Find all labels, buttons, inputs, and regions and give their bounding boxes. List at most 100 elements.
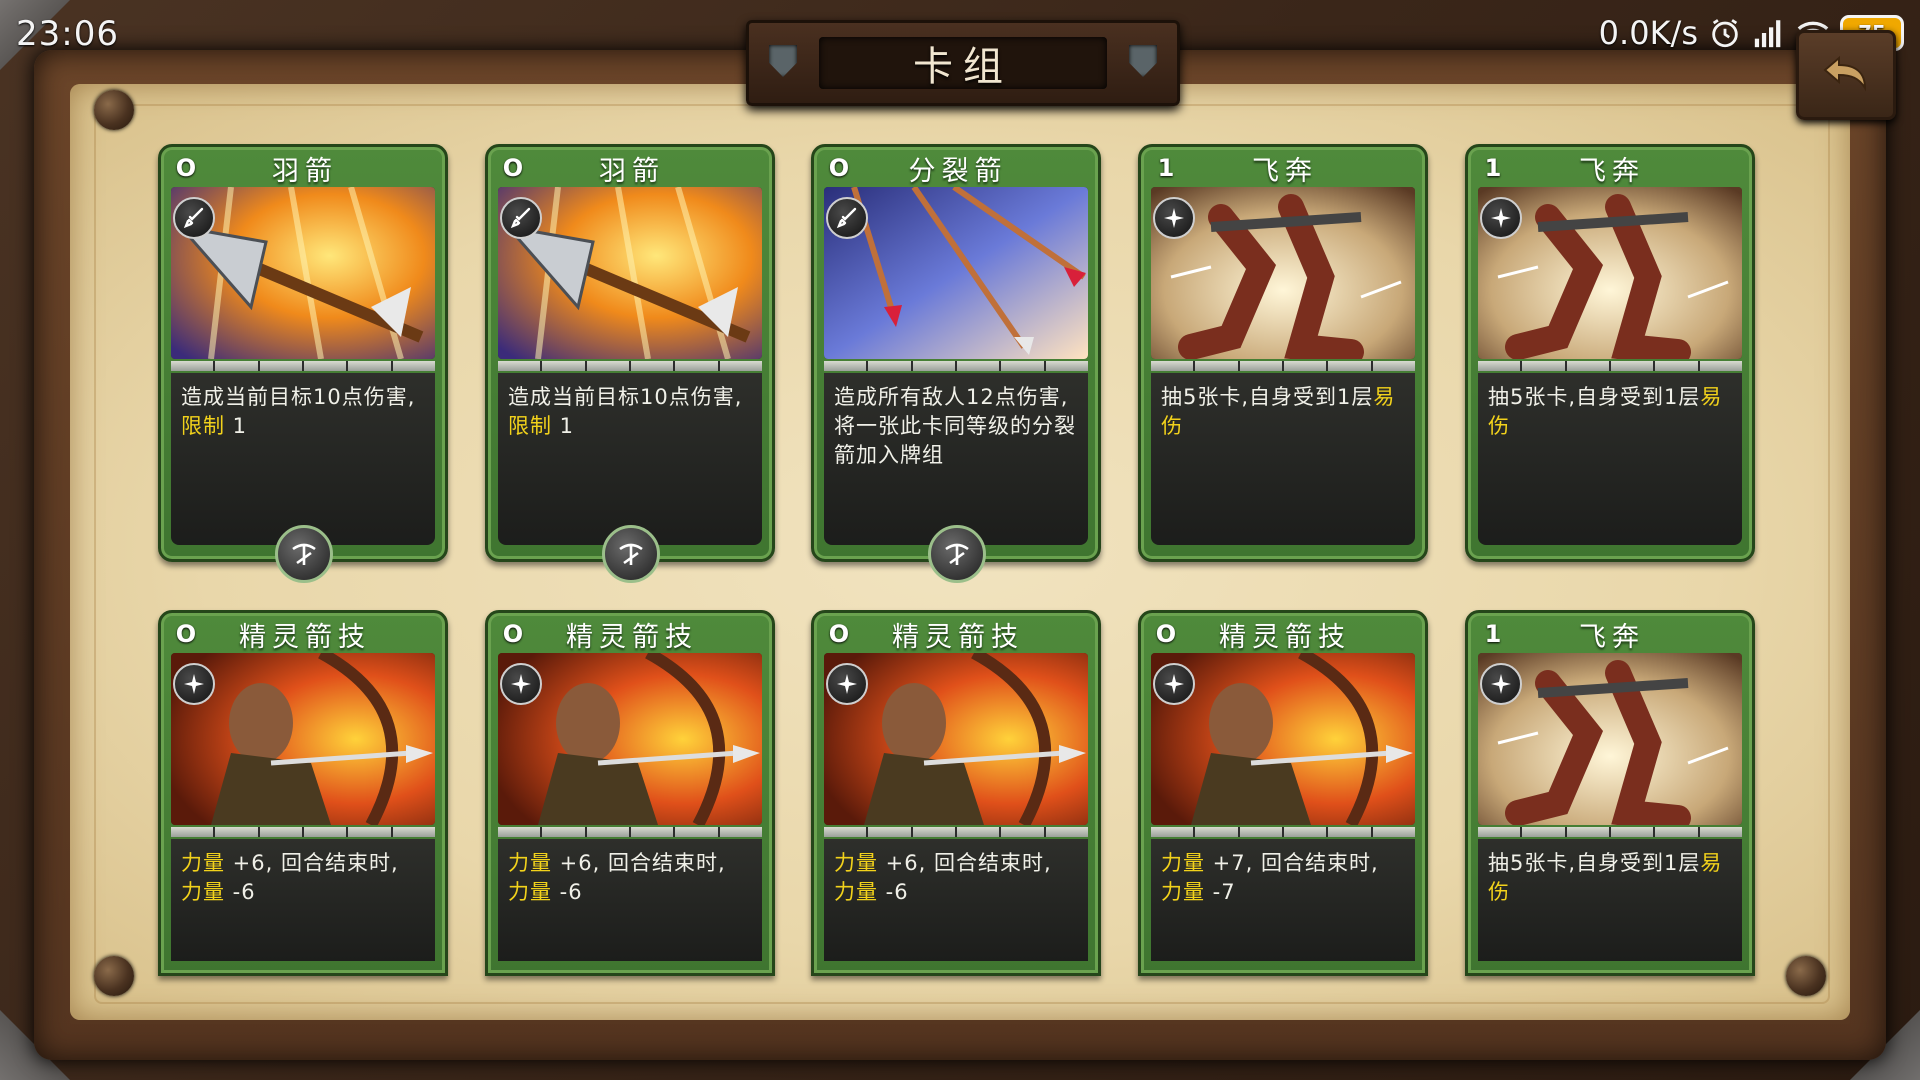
card-text-segment: +7, 回合结束时,: [1205, 851, 1379, 875]
card-name: 精灵箭技: [566, 621, 698, 653]
card-level-bar: [1151, 361, 1415, 371]
card-header: 1 飞奔: [1476, 619, 1744, 653]
card-text-segment: 造成所有敌人12点伤害, 将一张此卡同等级的分裂箭加入牌组: [834, 385, 1076, 467]
card-header: O 精灵箭技: [169, 619, 437, 653]
card-name: 精灵箭技: [892, 621, 1024, 653]
card-text-segment: 1: [552, 414, 575, 438]
card[interactable]: O 精灵箭技 力量 +6, 回合结束时, 力量 -6: [811, 610, 1101, 976]
card-name: 精灵箭技: [239, 621, 371, 653]
status-bar: 23:06 0.0K/s 75: [0, 0, 1920, 72]
card-header: 1 飞奔: [1149, 153, 1417, 187]
keyword: 力量: [1161, 851, 1205, 875]
keyword: 限制: [508, 414, 552, 438]
card-name: 精灵箭技: [1219, 621, 1351, 653]
card-description: 造成当前目标10点伤害, 限制 1: [181, 383, 427, 441]
sword-icon: [826, 197, 868, 239]
keyword: 力量: [1161, 880, 1205, 904]
card-cost: 1: [1484, 620, 1502, 648]
card-body: 造成当前目标10点伤害, 限制 1: [171, 373, 435, 545]
card-description: 力量 +7, 回合结束时, 力量 -7: [1161, 849, 1407, 907]
card-level-bar: [1478, 361, 1742, 371]
card-name: 飞奔: [1252, 155, 1318, 187]
card-description: 力量 +6, 回合结束时, 力量 -6: [834, 849, 1080, 907]
sparkle-icon: [1153, 663, 1195, 705]
card[interactable]: 1 飞奔 抽5张卡,自身受到1层易伤: [1465, 610, 1755, 976]
card[interactable]: O 羽箭 造成当前目标10点伤害, 限制 1: [485, 144, 775, 583]
card-level-bar: [498, 361, 762, 371]
card-text-segment: +6, 回合结束时,: [225, 851, 399, 875]
card-description: 力量 +6, 回合结束时, 力量 -6: [181, 849, 427, 907]
sparkle-icon: [500, 663, 542, 705]
card-level-bar: [1478, 827, 1742, 837]
card-name: 羽箭: [272, 155, 338, 187]
keyword: 力量: [834, 851, 878, 875]
card-text-segment: +6, 回合结束时,: [878, 851, 1052, 875]
card[interactable]: 1 飞奔 抽5张卡,自身受到1层易伤: [1465, 144, 1755, 562]
card-header: O 精灵箭技: [496, 619, 764, 653]
card-cost: O: [502, 154, 524, 182]
card-body: 力量 +6, 回合结束时, 力量 -6: [824, 839, 1088, 961]
card-text-segment: 造成当前目标10点伤害,: [181, 385, 416, 409]
card-description: 抽5张卡,自身受到1层易伤: [1488, 383, 1734, 441]
card-header: O 精灵箭技: [1149, 619, 1417, 653]
card-text-segment: +6, 回合结束时,: [552, 851, 726, 875]
card-text-segment: -6: [878, 880, 909, 904]
card[interactable]: 1 飞奔 抽5张卡,自身受到1层易伤: [1138, 144, 1428, 562]
card[interactable]: O 精灵箭技 力量 +7, 回合结束时, 力量 -7: [1138, 610, 1428, 976]
card[interactable]: O 精灵箭技 力量 +6, 回合结束时, 力量 -6: [485, 610, 775, 976]
card-body: 抽5张卡,自身受到1层易伤: [1478, 839, 1742, 961]
card-text-segment: 抽5张卡,自身受到1层: [1488, 385, 1701, 409]
card-level-bar: [824, 361, 1088, 371]
card-description: 造成所有敌人12点伤害, 将一张此卡同等级的分裂箭加入牌组: [834, 383, 1080, 470]
card[interactable]: O 分裂箭 造成所有敌人12点伤害, 将一张此卡同等级的分裂箭加入牌组: [811, 144, 1101, 583]
back-button[interactable]: [1796, 30, 1896, 120]
net-speed: 0.0K/s: [1598, 14, 1698, 52]
keyword: 力量: [181, 851, 225, 875]
sparkle-icon: [1153, 197, 1195, 239]
card-text-segment: -6: [552, 880, 583, 904]
card[interactable]: O 精灵箭技 力量 +6, 回合结束时, 力量 -6: [158, 610, 448, 976]
card-body: 抽5张卡,自身受到1层易伤: [1478, 373, 1742, 545]
card-text-segment: 抽5张卡,自身受到1层: [1161, 385, 1374, 409]
card-name: 羽箭: [599, 155, 665, 187]
crossbow-icon: [928, 525, 986, 583]
card-level-bar: [1151, 827, 1415, 837]
sword-icon: [173, 197, 215, 239]
keyword: 限制: [181, 414, 225, 438]
card-cost: O: [175, 154, 197, 182]
crossbow-icon: [275, 525, 333, 583]
card-description: 抽5张卡,自身受到1层易伤: [1161, 383, 1407, 441]
card-text-segment: 抽5张卡,自身受到1层: [1488, 851, 1701, 875]
card[interactable]: O 羽箭 造成当前目标10点伤害, 限制 1: [158, 144, 448, 583]
sparkle-icon: [173, 663, 215, 705]
sparkle-icon: [1480, 197, 1522, 239]
signal-icon: [1754, 20, 1781, 48]
card-level-bar: [171, 827, 435, 837]
card-body: 造成所有敌人12点伤害, 将一张此卡同等级的分裂箭加入牌组: [824, 373, 1088, 545]
card-cost: O: [502, 620, 524, 648]
sparkle-icon: [1480, 663, 1522, 705]
card-text-segment: -7: [1205, 880, 1236, 904]
card-description: 造成当前目标10点伤害, 限制 1: [508, 383, 754, 441]
card-description: 抽5张卡,自身受到1层易伤: [1488, 849, 1734, 907]
card-body: 力量 +7, 回合结束时, 力量 -7: [1151, 839, 1415, 961]
keyword: 力量: [508, 880, 552, 904]
keyword: 力量: [508, 851, 552, 875]
sparkle-icon: [826, 663, 868, 705]
card-cost: O: [828, 154, 850, 182]
card-description: 力量 +6, 回合结束时, 力量 -6: [508, 849, 754, 907]
back-arrow-icon: [1823, 55, 1867, 92]
card-cost: O: [828, 620, 850, 648]
card-cost: O: [1155, 620, 1177, 648]
card-body: 力量 +6, 回合结束时, 力量 -6: [171, 839, 435, 961]
card-name: 飞奔: [1579, 621, 1645, 653]
card-level-bar: [824, 827, 1088, 837]
status-time: 23:06: [16, 14, 119, 54]
keyword: 力量: [181, 880, 225, 904]
card-level-bar: [498, 827, 762, 837]
card-level-bar: [171, 361, 435, 371]
card-body: 造成当前目标10点伤害, 限制 1: [498, 373, 762, 545]
card-name: 飞奔: [1579, 155, 1645, 187]
card-cost: O: [175, 620, 197, 648]
sword-icon: [500, 197, 542, 239]
